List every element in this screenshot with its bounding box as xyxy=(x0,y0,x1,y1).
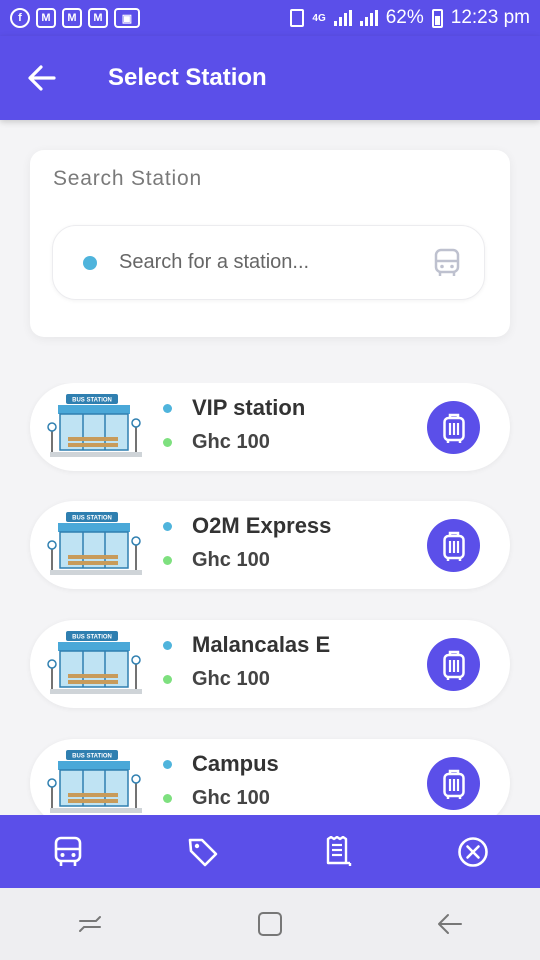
bullet-icon xyxy=(163,438,172,447)
luggage-icon xyxy=(442,769,465,799)
home-icon xyxy=(258,912,282,936)
battery-icon xyxy=(431,8,443,28)
bullet-icon xyxy=(163,675,172,684)
bullet-icon xyxy=(163,759,172,769)
station-item[interactable]: BUS STATION VIP station Ghc 100 xyxy=(30,383,510,471)
station-name: VIP station xyxy=(192,395,306,420)
search-card-title: Search Station xyxy=(53,167,202,190)
back-button[interactable] xyxy=(0,36,84,120)
tab-tickets[interactable] xyxy=(135,815,270,888)
station-image-label: BUS STATION xyxy=(72,635,112,641)
back-icon xyxy=(438,914,462,934)
search-input[interactable] xyxy=(119,251,409,274)
clock: 12:23 pm xyxy=(450,7,530,28)
status-bar: f M M M ▣ 4G 62% 12:23 pm xyxy=(0,0,540,36)
station-image-label: BUS STATION xyxy=(72,516,112,522)
tab-receipts[interactable] xyxy=(270,815,405,888)
station-item[interactable]: BUS STATION Malancalas E Ghc 100 xyxy=(30,620,510,708)
station-price: Ghc 100 xyxy=(192,787,270,809)
station-name: Campus xyxy=(192,751,279,776)
app-bar: Select Station xyxy=(0,36,540,120)
station-list[interactable]: BUS STATION VIP station Ghc 100 BUS STAT… xyxy=(0,383,540,815)
recent-apps-button[interactable] xyxy=(0,888,180,960)
back-nav-button[interactable] xyxy=(360,888,540,960)
luggage-button[interactable] xyxy=(427,757,480,810)
luggage-icon xyxy=(442,531,465,561)
station-item[interactable]: BUS STATION Campus Ghc 100 xyxy=(30,739,510,815)
location-dot-icon xyxy=(83,255,97,270)
arrow-left-icon xyxy=(28,65,56,91)
battery-percent: 62% xyxy=(385,7,424,28)
home-button[interactable] xyxy=(180,888,360,960)
bus-icon xyxy=(434,248,460,276)
station-name: O2M Express xyxy=(192,513,332,538)
receipt-icon xyxy=(326,835,351,866)
luggage-button[interactable] xyxy=(427,638,480,691)
search-card: Search Station xyxy=(30,150,510,337)
station-price: Ghc 100 xyxy=(192,431,270,453)
bullet-icon xyxy=(163,403,172,413)
luggage-icon xyxy=(442,413,465,443)
facebook-icon: f xyxy=(10,8,30,28)
photo-icon: ▣ xyxy=(114,8,140,28)
tab-stations[interactable] xyxy=(0,815,135,888)
bottom-tab-bar xyxy=(0,815,540,888)
tab-close[interactable] xyxy=(405,815,540,888)
close-circle-icon xyxy=(457,836,488,867)
luggage-icon xyxy=(442,650,465,680)
station-item[interactable]: BUS STATION O2M Express Ghc 100 xyxy=(30,501,510,589)
bus-station-image: BUS STATION xyxy=(47,631,142,694)
bus-station-image: BUS STATION xyxy=(47,394,142,457)
signal-icon xyxy=(359,10,378,26)
station-price: Ghc 100 xyxy=(192,549,270,571)
system-nav-bar xyxy=(0,888,540,960)
station-image-label: BUS STATION xyxy=(72,754,112,760)
station-image-label: BUS STATION xyxy=(72,398,112,404)
search-field[interactable] xyxy=(52,225,485,300)
page-title: Select Station xyxy=(108,64,267,91)
station-name: Malancalas E xyxy=(192,632,331,657)
bullet-icon xyxy=(163,556,172,565)
recent-apps-icon xyxy=(79,916,101,932)
network-type: 4G xyxy=(312,12,326,24)
bus-station-image: BUS STATION xyxy=(47,750,142,813)
bullet-icon xyxy=(163,521,172,531)
gmail-icon: M xyxy=(62,8,82,28)
bus-station-image: BUS STATION xyxy=(47,512,142,575)
bullet-icon xyxy=(163,794,172,803)
station-price: Ghc 100 xyxy=(192,668,270,690)
bus-icon xyxy=(54,836,81,866)
luggage-button[interactable] xyxy=(427,519,480,572)
gmail-icon: M xyxy=(88,8,108,28)
luggage-button[interactable] xyxy=(427,401,480,454)
gmail-icon: M xyxy=(36,8,56,28)
sim-icon xyxy=(290,9,305,27)
signal-icon xyxy=(333,10,352,26)
tag-icon xyxy=(188,838,217,866)
bullet-icon xyxy=(163,640,172,650)
notification-icons: f M M M ▣ xyxy=(10,8,140,28)
